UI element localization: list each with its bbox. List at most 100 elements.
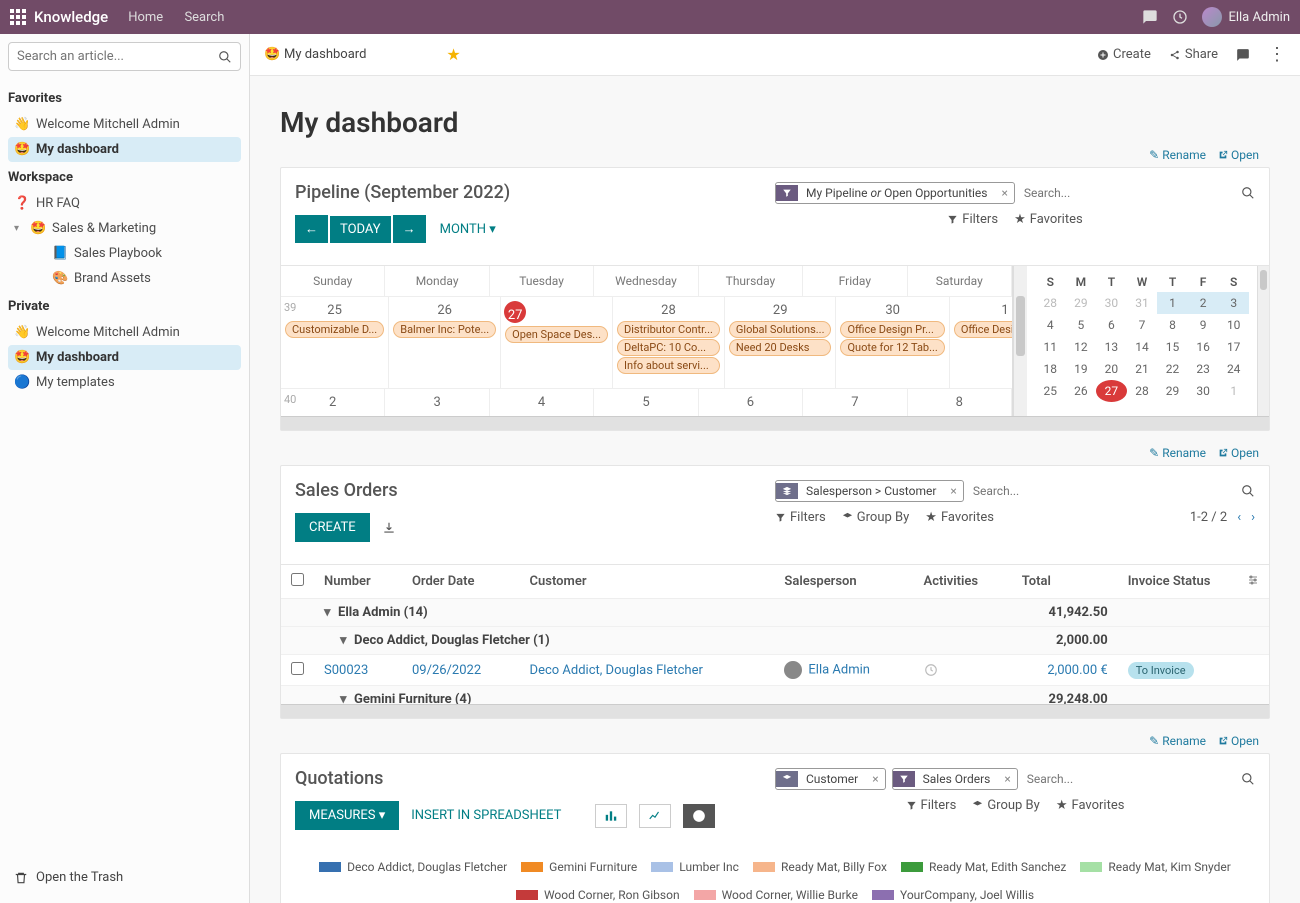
calendar-event[interactable]: Info about servi... — [617, 357, 720, 374]
select-all-checkbox[interactable] — [291, 573, 304, 586]
sidebar-item[interactable]: 📘Sales Playbook — [8, 241, 241, 266]
mini-calendar[interactable]: SMTWTFS282930311234567891011121314151617… — [1027, 266, 1257, 416]
col-customer[interactable]: Customer — [520, 565, 775, 599]
nav-home[interactable]: Home — [128, 10, 163, 25]
legend-item[interactable]: Deco Addict, Douglas Fletcher — [319, 860, 507, 874]
order-salesperson[interactable]: Ella Admin — [808, 662, 870, 677]
sales-favorites[interactable]: ★ Favorites — [925, 510, 994, 525]
mini-day[interactable]: 24 — [1218, 358, 1249, 380]
mini-day[interactable]: 22 — [1157, 358, 1188, 380]
sidebar-item[interactable]: 🔵My templates — [8, 370, 241, 395]
mini-day[interactable]: 28 — [1035, 292, 1066, 314]
quot-rename[interactable]: ✎ Rename — [1149, 734, 1206, 748]
calendar-cell[interactable]: 7 — [803, 389, 907, 416]
mini-day[interactable]: 18 — [1035, 358, 1066, 380]
calendar-cell[interactable]: 3 — [385, 389, 489, 416]
clock-icon[interactable] — [924, 663, 1002, 677]
next-period-button[interactable]: → — [393, 215, 426, 243]
calendar-cell[interactable]: 28Distributor Contr...DeltaPC: 10 Co...I… — [613, 297, 725, 388]
mini-day[interactable]: 30 — [1188, 380, 1219, 402]
favorite-star-icon[interactable]: ★ — [446, 45, 460, 64]
order-customer[interactable]: Deco Addict, Douglas Fletcher — [530, 663, 703, 678]
calendar-cell[interactable]: 4 — [490, 389, 594, 416]
quot-customer-facet[interactable]: Customer × — [775, 768, 886, 790]
search-article[interactable] — [8, 42, 241, 71]
group-row[interactable]: ▾Deco Addict, Douglas Fletcher (1)2,000.… — [281, 627, 1269, 655]
prev-period-button[interactable]: ← — [295, 215, 328, 243]
calendar-event[interactable]: Distributor Contr... — [617, 321, 720, 338]
mini-day[interactable]: 4 — [1035, 314, 1066, 336]
mini-day[interactable]: 29 — [1066, 292, 1097, 314]
calendar-event[interactable]: Quote for 12 Tab... — [840, 339, 944, 356]
quot-favorites[interactable]: ★ Favorites — [1056, 798, 1125, 813]
search-icon[interactable] — [1241, 484, 1255, 498]
sales-table[interactable]: Number Order Date Customer Salesperson A… — [281, 564, 1269, 704]
sales-search-input[interactable] — [970, 481, 1241, 501]
quot-filters[interactable]: Filters — [906, 798, 957, 813]
search-input[interactable] — [17, 49, 218, 64]
open-trash[interactable]: Open the Trash — [8, 860, 241, 895]
pipeline-filter-facet[interactable]: My Pipeline or Open Opportunities × — [775, 182, 1015, 204]
legend-item[interactable]: Lumber Inc — [651, 860, 739, 874]
calendar-main[interactable]: SundayMondayTuesdayWednesdayThursdayFrid… — [281, 266, 1013, 416]
insert-spreadsheet[interactable]: INSERT IN SPREADSHEET — [411, 808, 561, 823]
calendar-cell[interactable]: 30Office Design Pr...Quote for 12 Tab... — [836, 297, 949, 388]
pipeline-filters[interactable]: Filters — [947, 212, 998, 227]
pager-prev[interactable]: ‹ — [1237, 510, 1241, 525]
sales-open[interactable]: Open — [1218, 446, 1259, 460]
mini-day[interactable]: 29 — [1157, 380, 1188, 402]
create-button[interactable]: Create — [1097, 47, 1151, 62]
mini-day[interactable]: 12 — [1066, 336, 1097, 358]
mini-day[interactable]: 30 — [1096, 292, 1127, 314]
calendar-cell[interactable]: 1Office Design an... — [950, 297, 1013, 388]
mini-day[interactable]: 26 — [1066, 380, 1097, 402]
col-activities[interactable]: Activities — [914, 565, 1012, 599]
calendar-cell[interactable]: 25Customizable D... — [281, 297, 389, 388]
more-menu-icon[interactable]: ⋮ — [1268, 46, 1286, 64]
mini-scrollbar[interactable] — [1257, 266, 1269, 416]
pipeline-open[interactable]: Open — [1218, 148, 1259, 162]
search-icon[interactable] — [1241, 186, 1255, 200]
sidebar-item[interactable]: ❓HR FAQ — [8, 191, 241, 216]
mini-day[interactable]: 13 — [1096, 336, 1127, 358]
mini-day[interactable]: 10 — [1218, 314, 1249, 336]
mini-day[interactable]: 27 — [1096, 380, 1127, 402]
search-icon[interactable] — [218, 50, 232, 64]
sidebar-item[interactable]: 🤩My dashboard — [8, 137, 241, 162]
mini-day[interactable]: 2 — [1188, 292, 1219, 314]
sidebar-item[interactable]: ▾🤩Sales & Marketing — [8, 216, 241, 241]
col-number[interactable]: Number — [314, 565, 402, 599]
calendar-cell[interactable]: 5 — [594, 389, 698, 416]
sales-filters[interactable]: Filters — [775, 510, 826, 525]
sidebar-item[interactable]: 🤩My dashboard — [8, 345, 241, 370]
col-total[interactable]: Total — [1012, 565, 1118, 599]
quot-search-input[interactable] — [1024, 769, 1241, 789]
calendar-cell[interactable]: 8 — [908, 389, 1012, 416]
calendar-event[interactable]: Global Solutions... — [729, 321, 832, 338]
group-row[interactable]: ▾Ella Admin (14)41,942.50 — [281, 599, 1269, 627]
mini-day[interactable]: 15 — [1157, 336, 1188, 358]
col-invoice[interactable]: Invoice Status — [1118, 565, 1269, 599]
mini-day[interactable]: 25 — [1035, 380, 1066, 402]
mini-day[interactable]: 1 — [1218, 380, 1249, 402]
calendar-scrollbar[interactable] — [1013, 266, 1027, 416]
mini-day[interactable]: 17 — [1218, 336, 1249, 358]
download-icon[interactable] — [382, 521, 396, 535]
mini-day[interactable]: 20 — [1096, 358, 1127, 380]
order-date[interactable]: 09/26/2022 — [412, 663, 481, 678]
calendar-cell[interactable]: 6 — [699, 389, 803, 416]
calendar-event[interactable]: Open Space Des... — [505, 326, 608, 343]
calendar-event[interactable]: DeltaPC: 10 Co... — [617, 339, 720, 356]
activities-icon[interactable] — [1172, 9, 1188, 25]
order-total[interactable]: 2,000.00 € — [1047, 663, 1107, 678]
pipeline-rename[interactable]: ✎ Rename — [1149, 148, 1206, 162]
legend-item[interactable]: YourCompany, Joel Willis — [872, 888, 1034, 902]
view-line-icon[interactable] — [639, 804, 671, 828]
legend-item[interactable]: Ready Mat, Billy Fox — [753, 860, 887, 874]
calendar-event[interactable]: Need 20 Desks — [729, 339, 832, 356]
view-pie-icon[interactable] — [683, 804, 715, 828]
mini-day[interactable]: 21 — [1127, 358, 1158, 380]
facet-remove[interactable]: × — [944, 484, 962, 498]
mini-day[interactable]: 6 — [1096, 314, 1127, 336]
measures-button[interactable]: MEASURES ▾ — [295, 801, 399, 830]
